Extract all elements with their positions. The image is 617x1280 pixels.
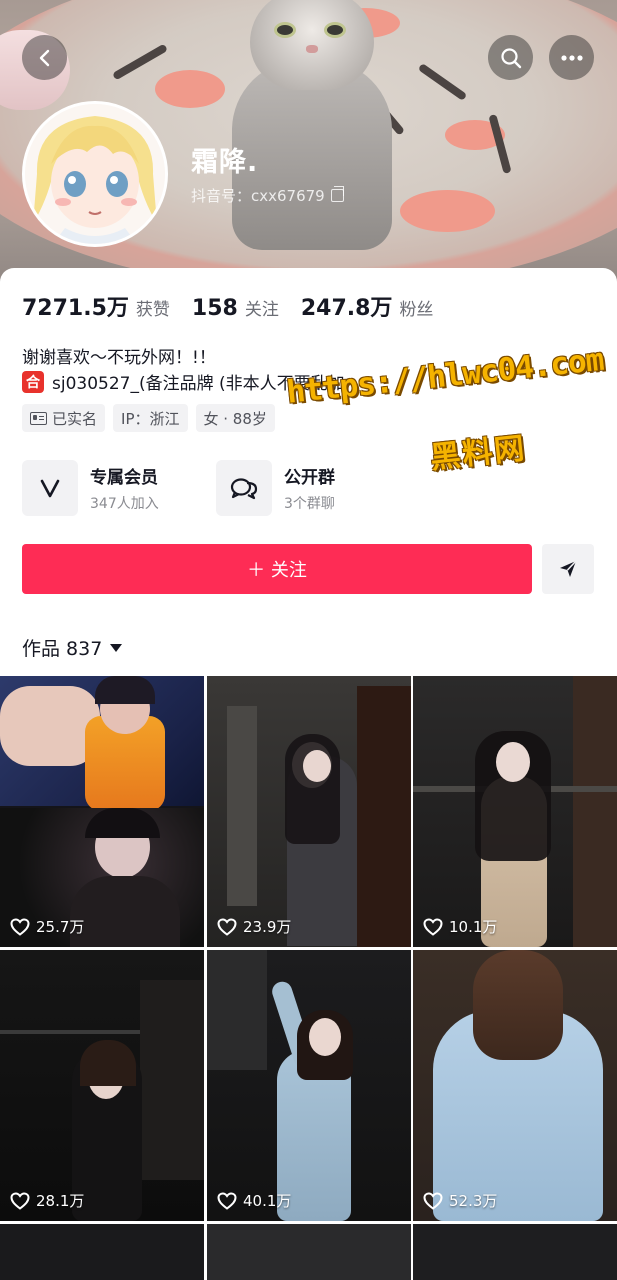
heart-icon	[10, 1191, 30, 1210]
entry-membership[interactable]: 专属会员 347人加入	[22, 460, 192, 516]
likes-value: 28.1万	[36, 1192, 85, 1210]
likes-count: 28.1万	[10, 1190, 84, 1211]
entry-title: 公开群	[284, 468, 335, 488]
bio-line-1: 谢谢喜欢～不玩外网！!！	[22, 348, 216, 368]
rug-spot	[400, 190, 495, 232]
stats-row: 7271.5万 获赞 158 关注 247.8万 粉丝	[22, 290, 455, 322]
feature-entries: 专属会员 347人加入 公开群 3个群聊	[22, 460, 386, 516]
works-label: 作品 837	[22, 638, 103, 660]
likes-value: 10.1万	[449, 918, 498, 936]
entry-title: 专属会员	[90, 468, 158, 488]
likes-count: 52.3万	[423, 1190, 497, 1211]
profile-banner: 霜降. 抖音号：cxx67679	[0, 0, 617, 300]
bio-emoji-icon: 合	[22, 370, 44, 393]
tag-label: 女 · 88岁	[203, 409, 267, 428]
stat-likes[interactable]: 7271.5万 获赞	[22, 290, 170, 322]
chat-icon	[216, 460, 272, 516]
video-tile[interactable]: 40.1万	[207, 950, 411, 1221]
video-tile[interactable]: 52.3万	[413, 950, 617, 1221]
back-button[interactable]	[22, 35, 67, 80]
likes-count: 23.9万	[217, 916, 291, 937]
search-icon	[500, 47, 521, 68]
v-icon	[22, 460, 78, 516]
tag-label: IP：浙江	[121, 409, 180, 428]
douyin-id-text: 抖音号：cxx67679	[191, 187, 325, 205]
stat-value: 7271.5万	[22, 296, 129, 321]
douyin-id[interactable]: 抖音号：cxx67679	[191, 185, 344, 206]
video-tile[interactable]	[207, 1224, 411, 1280]
id-card-icon	[30, 411, 47, 425]
follow-button[interactable]: ＋ 关注	[22, 544, 532, 594]
likes-value: 25.7万	[36, 918, 85, 936]
stat-value: 247.8万	[300, 296, 393, 321]
video-tile[interactable]: 23.9万	[207, 676, 411, 947]
heart-icon	[217, 917, 237, 936]
likes-count: 25.7万	[10, 916, 84, 937]
likes-value: 40.1万	[243, 1192, 292, 1210]
avatar[interactable]	[22, 101, 168, 247]
video-tile[interactable]	[413, 1224, 617, 1280]
back-icon	[39, 49, 49, 66]
search-button[interactable]	[488, 35, 533, 80]
video-tile[interactable]: 25.7万	[0, 676, 204, 947]
tag-label: 已实名	[52, 409, 98, 428]
works-tab[interactable]: 作品 837	[22, 634, 123, 661]
heart-icon	[217, 1191, 237, 1210]
tag-ip: IP：浙江	[113, 404, 188, 432]
caret-down-icon	[110, 643, 123, 652]
copy-icon[interactable]	[330, 186, 344, 202]
video-thumbnail	[207, 950, 267, 1070]
heart-icon	[423, 917, 443, 936]
share-button[interactable]	[542, 544, 594, 594]
nickname: 霜降.	[191, 147, 259, 178]
likes-count: 40.1万	[217, 1190, 291, 1211]
tag-verified[interactable]: 已实名	[22, 404, 106, 432]
entry-subtitle: 3个群聊	[284, 496, 335, 512]
tag-gender-age: 女 · 88岁	[195, 404, 275, 432]
stat-following[interactable]: 158 关注	[192, 295, 279, 321]
stat-label: 获赞	[135, 300, 170, 320]
video-thumbnail	[573, 676, 617, 947]
entry-subtitle: 347人加入	[90, 496, 159, 512]
video-tile[interactable]: 28.1万	[0, 950, 204, 1221]
stat-label: 关注	[244, 300, 279, 320]
avatar-illustration	[25, 104, 165, 244]
stat-value: 158	[191, 296, 238, 321]
entry-group-chat[interactable]: 公开群 3个群聊	[216, 460, 386, 516]
more-button[interactable]	[549, 35, 594, 80]
heart-icon	[10, 917, 30, 936]
video-tile[interactable]	[0, 1224, 204, 1280]
profile-tags: 已实名 IP：浙江 女 · 88岁	[22, 404, 275, 432]
likes-value: 52.3万	[449, 1192, 498, 1210]
video-thumbnail	[357, 686, 411, 947]
more-icon	[560, 54, 583, 61]
send-icon	[560, 560, 577, 577]
heart-icon	[423, 1191, 443, 1210]
video-tile[interactable]: 10.1万	[413, 676, 617, 947]
likes-value: 23.9万	[243, 918, 292, 936]
likes-count: 10.1万	[423, 916, 497, 937]
stat-followers[interactable]: 247.8万 粉丝	[301, 290, 434, 322]
stat-label: 粉丝	[399, 300, 434, 320]
